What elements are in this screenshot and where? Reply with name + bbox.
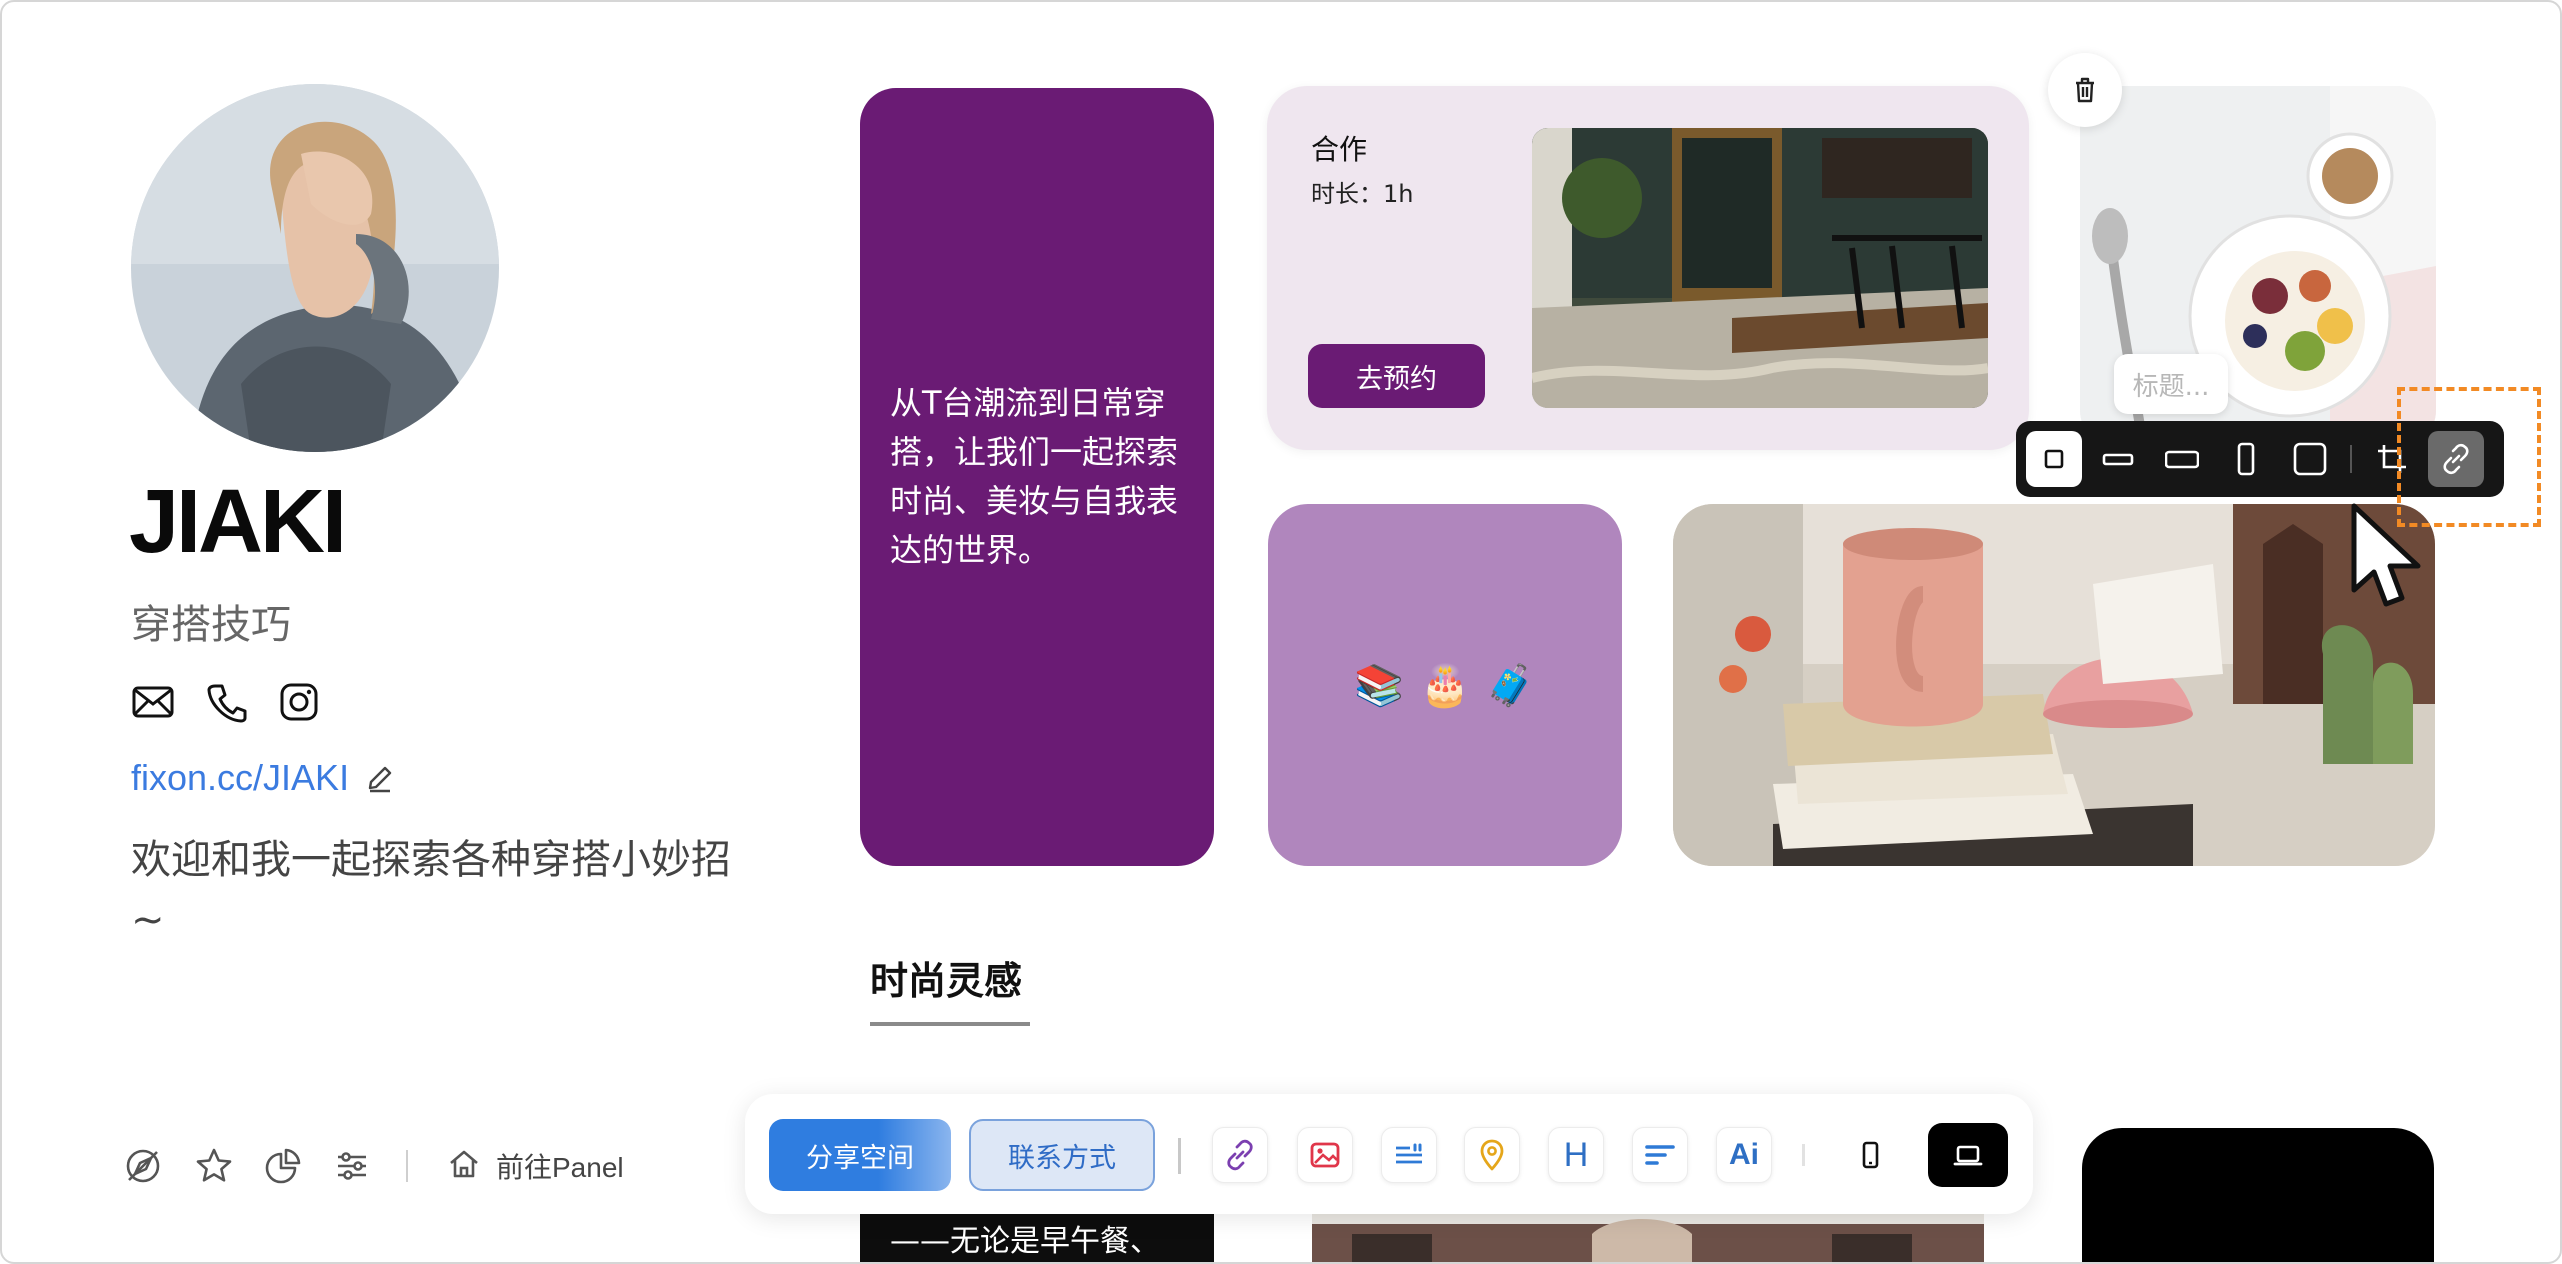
ai-icon: Ai	[1729, 1138, 1759, 1171]
coop-duration: 时长：1h	[1311, 180, 1414, 208]
explore-icon[interactable]	[123, 1146, 163, 1186]
avatar	[131, 84, 499, 452]
dock-divider-2	[1802, 1144, 1805, 1166]
text-card[interactable]: 从T台潮流到日常穿搭，让我们一起探索时尚、美妆与自我表达的世界。	[860, 88, 1214, 866]
panel-link-label: 前往Panel	[496, 1152, 624, 1183]
delete-button[interactable]	[2048, 53, 2122, 127]
panel-link[interactable]: 前往Panel	[446, 1144, 624, 1188]
edit-link-icon[interactable]	[362, 762, 396, 796]
ai-button[interactable]: Ai	[1716, 1127, 1772, 1183]
profile-bio: 欢迎和我一起探索各种穿搭小妙招~	[131, 837, 731, 943]
title-input[interactable]: 标题...	[2114, 354, 2228, 414]
profile-link[interactable]: fixon.cc/JIAKI	[131, 754, 349, 802]
dark-card-peek[interactable]	[2082, 1128, 2434, 1262]
profile-name: JIAKI	[129, 472, 347, 572]
mobile-icon	[1862, 1141, 1879, 1169]
phone-icon[interactable]	[205, 680, 249, 724]
toolbar-divider	[2350, 445, 2352, 473]
cursor-icon	[2342, 500, 2432, 620]
heading-icon: H	[1563, 1135, 1589, 1174]
wide-short-icon	[2102, 453, 2134, 466]
size-tall-button[interactable]	[2218, 431, 2274, 487]
books-emoji: 📚	[1354, 662, 1405, 709]
home-icon	[446, 1146, 482, 1186]
photo-card-peek[interactable]	[1312, 1214, 1984, 1262]
trash-icon	[2076, 77, 2094, 103]
section-title: 时尚灵感	[870, 959, 1023, 1003]
contact-button[interactable]: 联系方式	[969, 1119, 1155, 1191]
star-icon[interactable]	[194, 1146, 234, 1186]
mobile-view-button[interactable]	[1842, 1127, 1898, 1183]
dock-divider	[1178, 1138, 1181, 1174]
square-small-icon	[2044, 449, 2064, 469]
image-icon	[1310, 1142, 1340, 1168]
coop-title: 合作	[1311, 133, 1368, 166]
sliders-icon[interactable]	[332, 1146, 372, 1186]
emoji-card[interactable]: 📚 🎂 🧳	[1268, 504, 1622, 866]
desktop-view-button[interactable]	[1928, 1123, 2008, 1187]
quote-card-peek[interactable]: ——无论是早午餐、	[860, 1212, 1214, 1262]
luggage-emoji: 🧳	[1485, 662, 1536, 709]
add-quote-button[interactable]	[1381, 1127, 1437, 1183]
size-wide-short-button[interactable]	[2090, 431, 2146, 487]
desktop-icon	[1953, 1145, 1983, 1166]
book-button[interactable]: 去预约	[1308, 344, 1485, 408]
section-underline	[870, 1022, 1030, 1026]
size-square-small-button[interactable]	[2026, 431, 2082, 487]
add-image-button[interactable]	[1297, 1127, 1353, 1183]
add-heading-button[interactable]: H	[1548, 1127, 1604, 1183]
add-link-button[interactable]	[1212, 1127, 1268, 1183]
wide-icon	[2165, 450, 2199, 469]
cafe-photo	[1532, 128, 1988, 408]
mail-icon[interactable]	[131, 680, 175, 724]
instagram-icon[interactable]	[277, 680, 321, 724]
size-wide-button[interactable]	[2154, 431, 2210, 487]
add-text-button[interactable]	[1632, 1127, 1688, 1183]
location-icon	[1480, 1139, 1504, 1171]
tall-icon	[2237, 442, 2255, 476]
pie-chart-icon[interactable]	[263, 1146, 303, 1186]
profile-tagline: 穿搭技巧	[131, 602, 291, 648]
text-icon	[1645, 1145, 1675, 1165]
link-icon	[1227, 1139, 1253, 1171]
quote-icon	[1396, 1143, 1422, 1164]
text-card-content: 从T台潮流到日常穿搭，让我们一起探索时尚、美妆与自我表达的世界。	[890, 384, 1179, 569]
add-location-button[interactable]	[1464, 1127, 1520, 1183]
app-frame: JIAKI 穿搭技巧 fixon.cc/JIAKI 欢迎和我一起探索各种穿搭小妙…	[0, 0, 2562, 1264]
mug-photo[interactable]	[1673, 504, 2435, 866]
share-space-button[interactable]: 分享空间	[769, 1119, 951, 1191]
cake-emoji: 🎂	[1420, 662, 1470, 709]
size-square-large-button[interactable]	[2282, 431, 2338, 487]
square-large-icon	[2293, 442, 2327, 476]
nav-divider	[406, 1150, 408, 1182]
